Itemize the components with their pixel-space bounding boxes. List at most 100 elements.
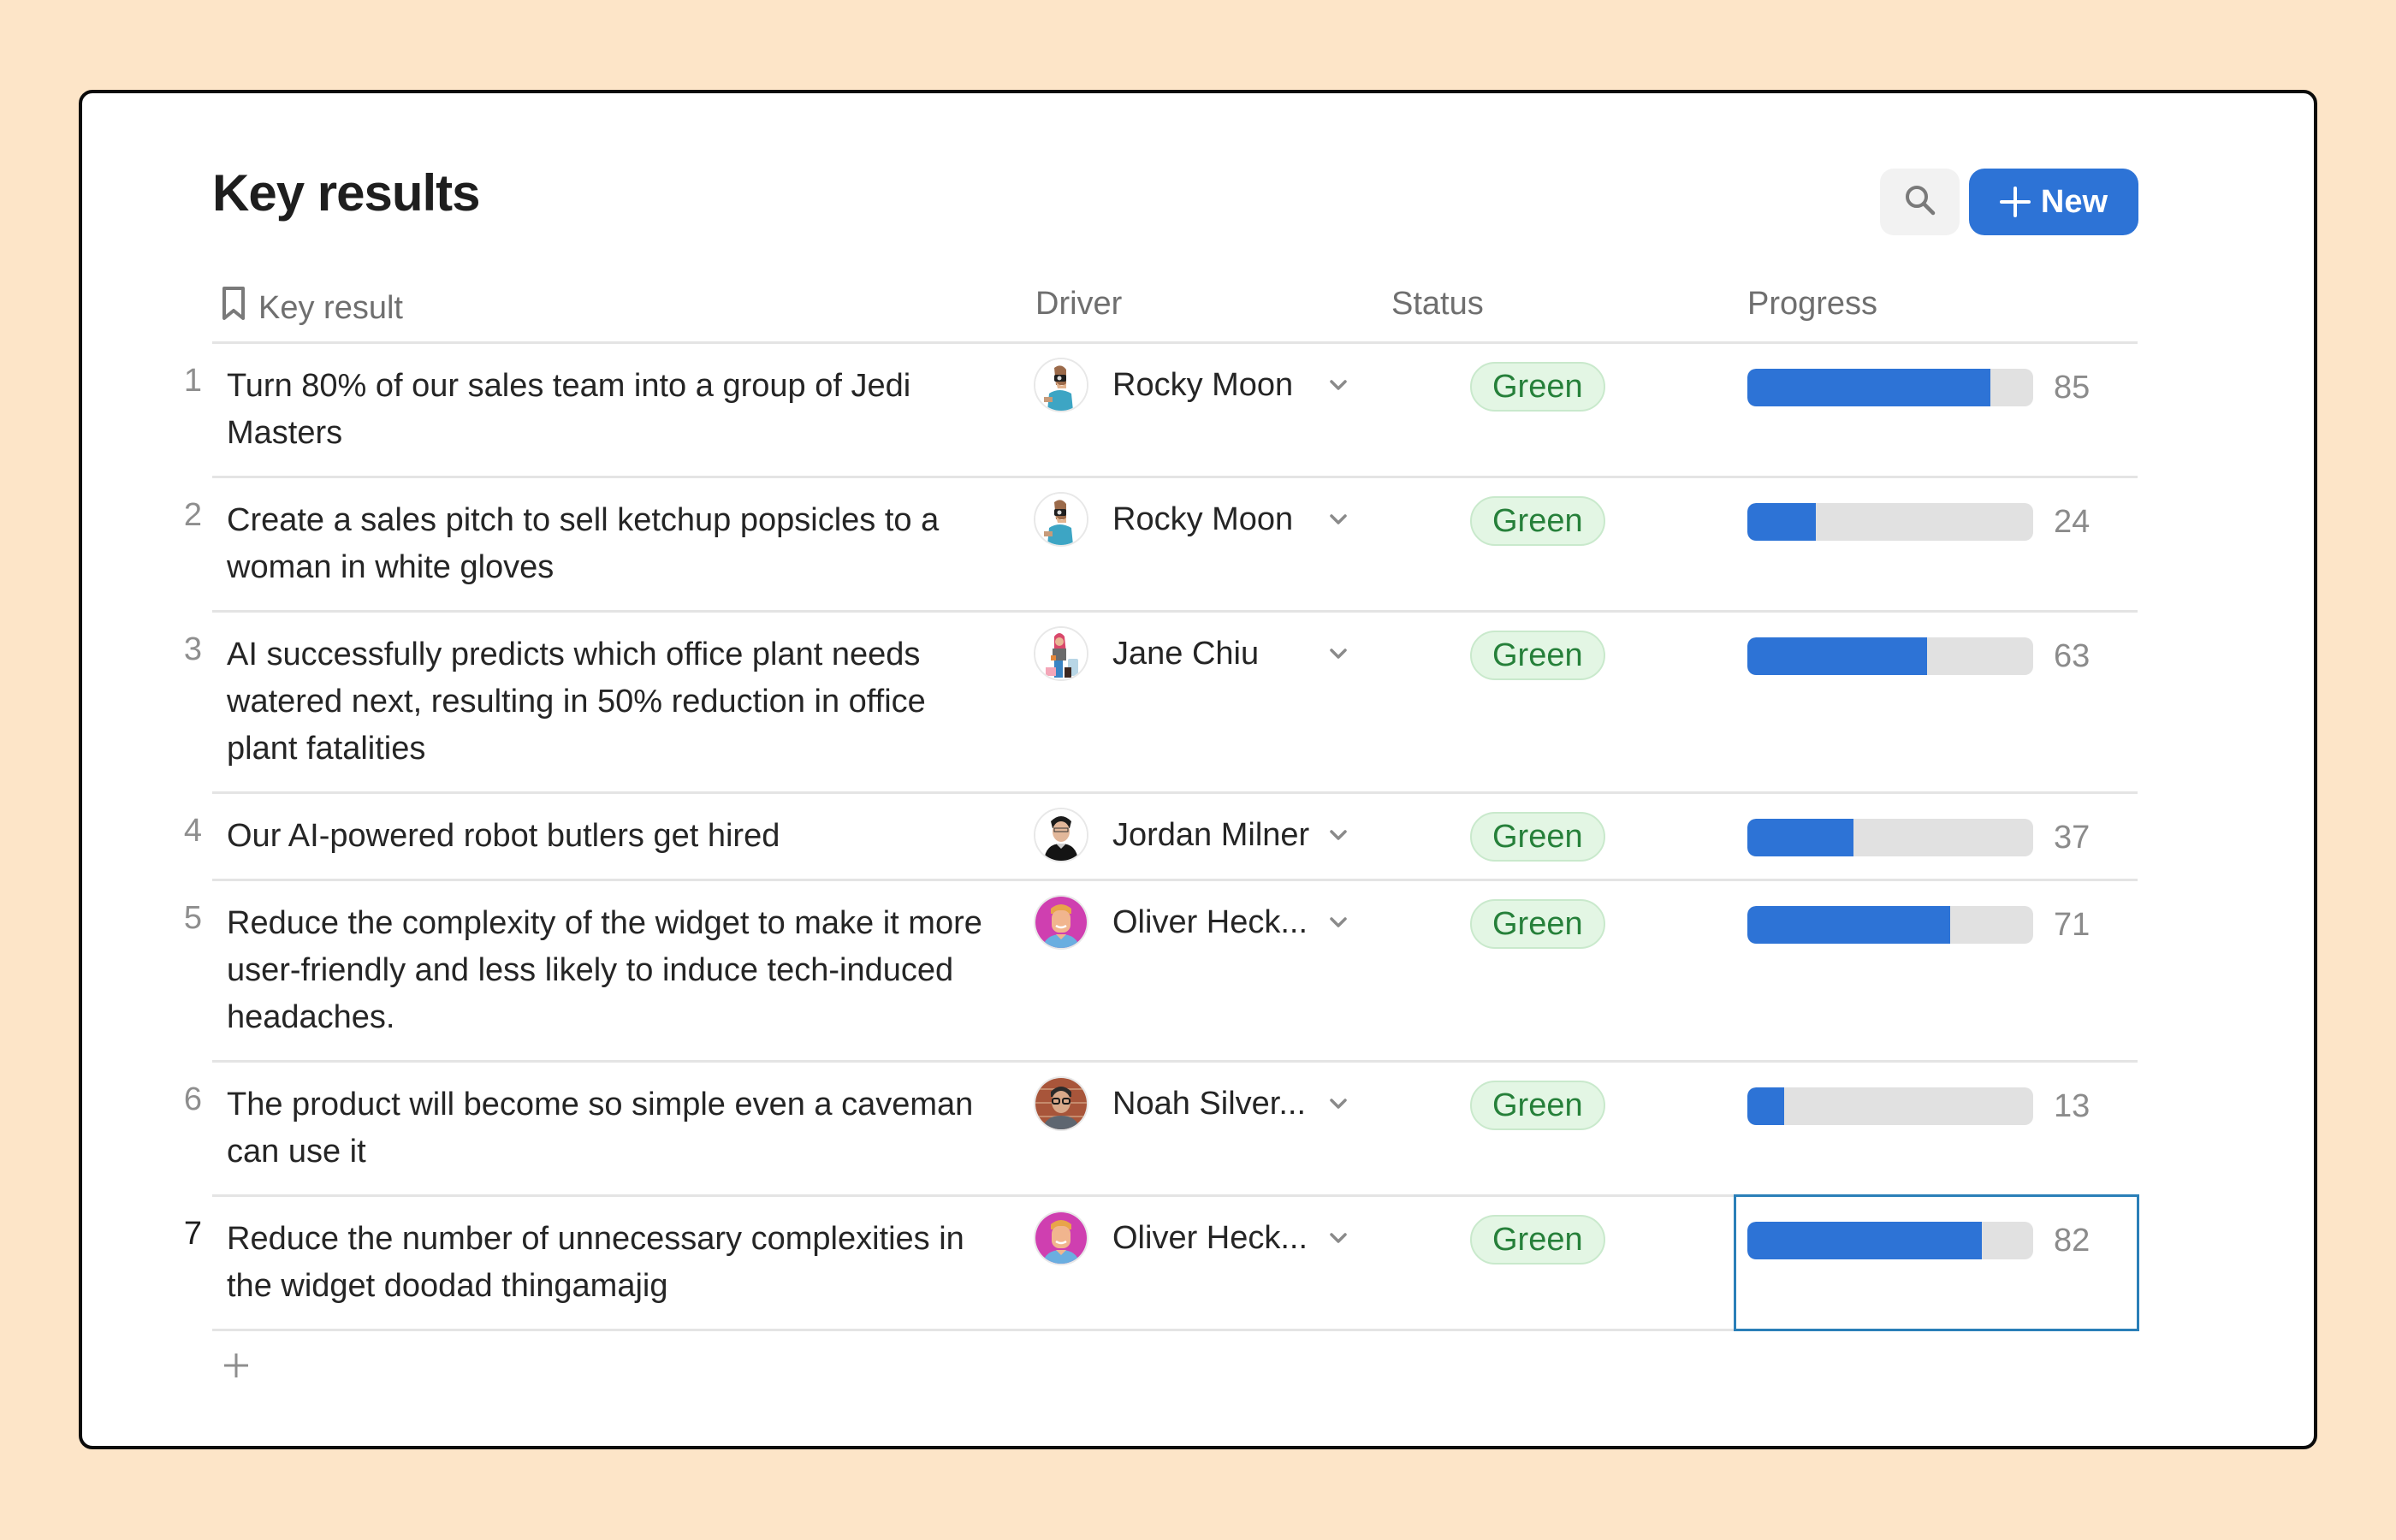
avatar-oliver: [1034, 1211, 1088, 1265]
driver-name: Oliver Heck...: [1112, 1219, 1308, 1256]
column-header-label: Key result: [258, 289, 403, 326]
table-header: Key result Driver Status Progress: [212, 277, 2138, 344]
driver-name: Noah Silver...: [1112, 1085, 1306, 1122]
chevron-down-icon[interactable]: [1326, 910, 1350, 934]
avatar-jane: [1034, 626, 1088, 681]
progress-cell[interactable]: 37: [1747, 819, 2090, 856]
key-result-text[interactable]: Turn 80% of our sales team into a group …: [227, 363, 997, 457]
table-row[interactable]: 1 Turn 80% of our sales team into a grou…: [184, 344, 2138, 478]
key-result-text[interactable]: Create a sales pitch to sell ketchup pop…: [227, 497, 997, 591]
progress-cell[interactable]: 71: [1747, 906, 2090, 944]
selected-cell-outline: [1734, 1194, 2139, 1331]
table-body: 1 Turn 80% of our sales team into a grou…: [184, 344, 2139, 1331]
progress-value: 13: [2054, 1087, 2091, 1124]
plus-icon: [221, 1353, 252, 1384]
status-badge[interactable]: Green: [1470, 496, 1605, 546]
progress-bar-fill: [1747, 503, 1817, 541]
row-number: 5: [183, 900, 202, 936]
column-header-key-result[interactable]: Key result: [221, 286, 403, 330]
driver-select[interactable]: Oliver Heck...: [1034, 895, 1350, 950]
driver-name: Jane Chiu: [1112, 635, 1260, 672]
avatar-rocky: [1034, 358, 1088, 412]
key-result-text[interactable]: Reduce the number of unnecessary complex…: [227, 1216, 997, 1310]
avatar-noah: [1034, 1076, 1088, 1131]
progress-value: 82: [2054, 1222, 2091, 1259]
status-badge[interactable]: Green: [1470, 362, 1605, 412]
chevron-down-icon[interactable]: [1326, 373, 1350, 397]
table-row[interactable]: 2 Create a sales pitch to sell ketchup p…: [184, 478, 2138, 613]
row-number: 4: [183, 813, 202, 849]
status-badge[interactable]: Green: [1470, 1081, 1605, 1130]
progress-cell[interactable]: 82: [1747, 1222, 2090, 1259]
driver-select[interactable]: Jordan Milner: [1034, 808, 1350, 862]
table-row[interactable]: 3 AI successfully predicts which office …: [184, 613, 2138, 794]
status-badge[interactable]: Green: [1470, 1215, 1605, 1265]
progress-cell[interactable]: 24: [1747, 503, 2090, 541]
column-header-label: Driver: [1035, 286, 1123, 322]
plus-icon: [1999, 187, 2031, 217]
table-row[interactable]: 7 Reduce the number of unnecessary compl…: [184, 1194, 2139, 1331]
avatar-jordan: [1034, 808, 1088, 862]
chevron-down-icon[interactable]: [1326, 1092, 1350, 1116]
progress-cell[interactable]: 85: [1747, 369, 2090, 406]
page-title: Key results: [212, 164, 480, 222]
progress-bar[interactable]: [1747, 637, 2033, 675]
key-results-card: Key results New Key result Driver Status…: [79, 90, 2317, 1449]
table-row[interactable]: 4 Our AI-powered robot butlers get hired…: [184, 794, 2138, 881]
progress-bar[interactable]: [1747, 1087, 2033, 1125]
column-header-label: Progress: [1747, 286, 1878, 322]
progress-bar[interactable]: [1747, 1222, 2033, 1259]
driver-select[interactable]: Rocky Moon: [1034, 492, 1350, 547]
progress-bar[interactable]: [1747, 906, 2033, 944]
column-header-label: Status: [1391, 286, 1484, 322]
status-badge[interactable]: Green: [1470, 812, 1605, 862]
progress-bar[interactable]: [1747, 819, 2033, 856]
driver-select[interactable]: Rocky Moon: [1034, 358, 1350, 412]
progress-bar-fill: [1747, 1087, 1785, 1125]
key-result-text[interactable]: The product will become so simple even a…: [227, 1081, 997, 1176]
progress-value: 63: [2054, 637, 2091, 674]
status-badge[interactable]: Green: [1470, 899, 1605, 949]
table-row[interactable]: 6 The product will become so simple even…: [184, 1063, 2138, 1197]
driver-name: Rocky Moon: [1112, 366, 1294, 403]
progress-cell[interactable]: 63: [1747, 637, 2090, 675]
progress-value: 37: [2054, 819, 2091, 856]
avatar-oliver: [1034, 895, 1088, 950]
avatar-rocky: [1034, 492, 1088, 547]
driver-name: Jordan Milner: [1112, 816, 1310, 853]
progress-bar-fill: [1747, 369, 1990, 406]
new-button[interactable]: New: [1969, 169, 2138, 235]
table-row[interactable]: 5 Reduce the complexity of the widget to…: [184, 881, 2138, 1063]
driver-select[interactable]: Noah Silver...: [1034, 1076, 1350, 1131]
chevron-down-icon[interactable]: [1326, 507, 1350, 531]
progress-bar-fill: [1747, 1222, 1982, 1259]
key-result-text[interactable]: AI successfully predicts which office pl…: [227, 631, 997, 773]
chevron-down-icon[interactable]: [1326, 823, 1350, 847]
key-result-text[interactable]: Our AI-powered robot butlers get hired: [227, 813, 997, 860]
driver-select[interactable]: Oliver Heck...: [1034, 1211, 1350, 1265]
key-result-text[interactable]: Reduce the complexity of the widget to m…: [227, 900, 997, 1041]
status-badge[interactable]: Green: [1470, 631, 1605, 680]
column-header-status[interactable]: Status: [1391, 286, 1484, 323]
row-number: 6: [183, 1081, 202, 1117]
search-button[interactable]: [1880, 169, 1960, 235]
chevron-down-icon[interactable]: [1326, 1226, 1350, 1250]
new-button-label: New: [2040, 183, 2108, 220]
progress-bar[interactable]: [1747, 369, 2033, 406]
driver-name: Oliver Heck...: [1112, 903, 1308, 940]
progress-value: 85: [2054, 369, 2091, 406]
driver-select[interactable]: Jane Chiu: [1034, 626, 1350, 681]
add-row-button[interactable]: [221, 1350, 255, 1384]
row-number: 3: [183, 631, 202, 667]
column-header-driver[interactable]: Driver: [1035, 286, 1122, 323]
bookmark-icon: [221, 286, 246, 330]
progress-value: 71: [2054, 906, 2091, 943]
column-header-progress[interactable]: Progress: [1747, 286, 1877, 323]
row-number: 2: [183, 497, 202, 533]
key-results-table: Key result Driver Status Progress 1 Turn…: [184, 277, 2139, 1377]
progress-bar[interactable]: [1747, 503, 2033, 541]
progress-bar-fill: [1747, 906, 1951, 944]
row-number: 1: [183, 363, 202, 399]
chevron-down-icon[interactable]: [1326, 642, 1350, 666]
progress-cell[interactable]: 13: [1747, 1087, 2090, 1125]
